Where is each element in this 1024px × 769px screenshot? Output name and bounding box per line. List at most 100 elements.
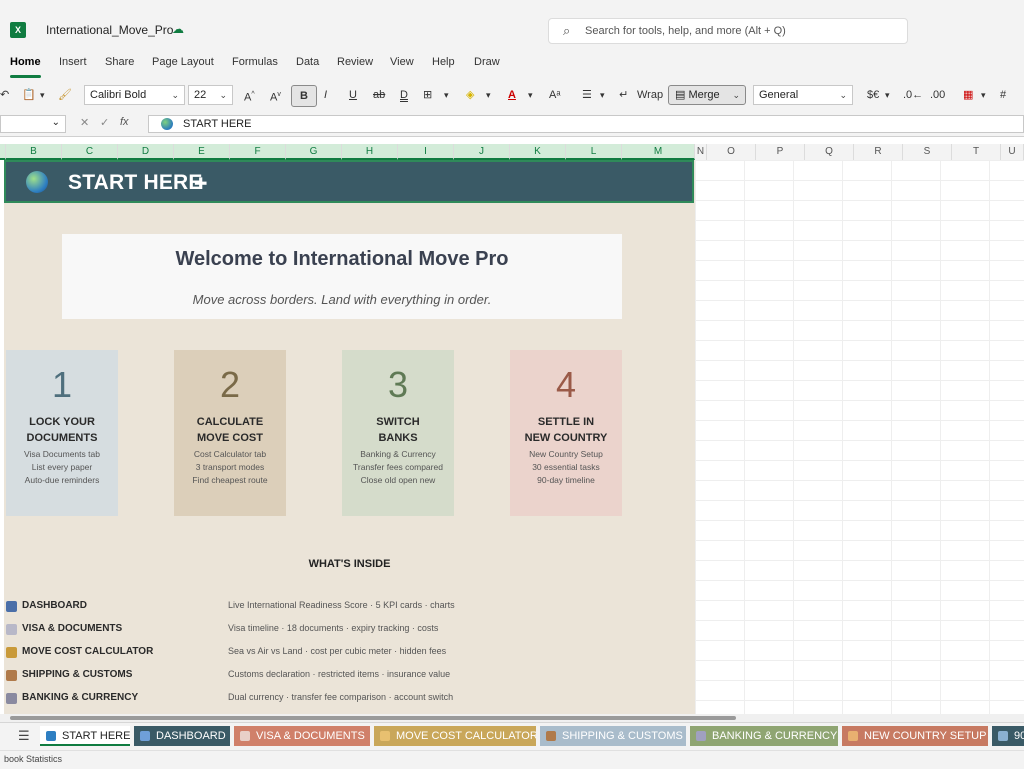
insert-function-button[interactable]: fx	[120, 116, 129, 128]
increase-font-icon[interactable]: A^	[244, 85, 255, 105]
cloud-sync-icon[interactable]: ☁	[172, 22, 184, 36]
start-here-banner[interactable]: START HERE ✚	[4, 160, 694, 203]
tab-review[interactable]: Review	[337, 56, 373, 68]
font-color-icon[interactable]: A	[508, 85, 516, 105]
tab-share[interactable]: Share	[105, 56, 134, 68]
tab-help[interactable]: Help	[432, 56, 455, 68]
paste-dropdown-icon[interactable]: ▾	[40, 85, 45, 105]
column-header-n[interactable]: N	[695, 144, 707, 160]
column-header-h[interactable]: H	[342, 144, 398, 160]
tab-data[interactable]: Data	[296, 56, 319, 68]
file-name[interactable]: International_Move_Pro	[46, 23, 173, 37]
column-header-e[interactable]: E	[174, 144, 230, 160]
sheet-tab-new-country-setup[interactable]: NEW COUNTRY SETUP	[842, 726, 988, 746]
column-header-m[interactable]: M	[622, 144, 695, 160]
sheet-tab-visa-documents[interactable]: VISA & DOCUMENTS	[234, 726, 370, 746]
tab-formulas[interactable]: Formulas	[232, 56, 278, 68]
undo-icon[interactable]: ↶	[0, 85, 9, 105]
column-header-r[interactable]: R	[854, 144, 903, 160]
column-header-q[interactable]: Q	[805, 144, 854, 160]
increase-decimal-icon[interactable]: .00	[930, 85, 945, 105]
align-dropdown-icon[interactable]: ▾	[600, 85, 605, 105]
column-header-g[interactable]: G	[286, 144, 342, 160]
bold-button[interactable]: B	[291, 85, 317, 107]
table-format-icon[interactable]: #	[1000, 85, 1006, 105]
text-effects-icon[interactable]: Aᵃ	[549, 85, 560, 105]
formula-input[interactable]: START HERE	[148, 115, 1024, 133]
worksheet-grid[interactable]: START HERE ✚ Welcome to International Mo…	[0, 160, 1024, 714]
column-header-d[interactable]: D	[118, 144, 174, 160]
feature-row-visa[interactable]: VISA & DOCUMENTS Visa timeline · 18 docu…	[0, 623, 691, 641]
step-line: New Country Setup	[529, 449, 603, 459]
confirm-entry-icon[interactable]: ✓	[100, 116, 109, 129]
tab-page-layout[interactable]: Page Layout	[152, 56, 214, 68]
column-header-j[interactable]: J	[454, 144, 510, 160]
sheet-tab-start-here[interactable]: START HERE	[40, 726, 130, 746]
tab-draw[interactable]: Draw	[474, 56, 500, 68]
horizontal-scrollbar[interactable]	[0, 714, 1024, 722]
empty-cells[interactable]	[695, 160, 1024, 714]
decrease-font-icon[interactable]: Av	[270, 85, 281, 105]
column-header-k[interactable]: K	[510, 144, 566, 160]
column-header-i[interactable]: I	[398, 144, 454, 160]
tab-insert[interactable]: Insert	[59, 56, 87, 68]
sheet-tab-banking-currency[interactable]: BANKING & CURRENCY	[690, 726, 838, 746]
paste-icon[interactable]: 📋	[22, 85, 36, 105]
bank-icon	[6, 693, 17, 704]
underline-button[interactable]: U	[349, 85, 357, 105]
sheet-tab-dashboard[interactable]: DASHBOARD	[134, 726, 230, 746]
align-icon[interactable]: ☰	[582, 85, 592, 105]
tab-view[interactable]: View	[390, 56, 414, 68]
workbook-statistics[interactable]: book Statistics	[4, 754, 62, 764]
fill-color-dropdown-icon[interactable]: ▾	[486, 85, 491, 105]
format-painter-icon[interactable]: 🖌	[58, 85, 72, 105]
globe-icon	[46, 731, 56, 741]
borders-icon[interactable]: ⊞	[423, 85, 432, 105]
decrease-decimal-icon[interactable]: .0←	[903, 85, 923, 105]
column-header-c[interactable]: C	[62, 144, 118, 160]
column-header-t[interactable]: T	[952, 144, 1001, 160]
search-box[interactable]: ⌕ Search for tools, help, and more (Alt …	[548, 18, 908, 44]
feature-row-dashboard[interactable]: DASHBOARD Live International Readiness S…	[0, 600, 691, 618]
all-sheets-menu-icon[interactable]: ☰	[18, 728, 30, 744]
name-box[interactable]: ⌄	[0, 115, 66, 133]
fill-color-icon[interactable]: ◈	[466, 85, 474, 105]
globe-icon	[161, 118, 173, 130]
feature-row-shipping[interactable]: SHIPPING & CUSTOMS Customs declaration ·…	[0, 669, 691, 687]
merge-button[interactable]: ▤ Merge ⌄	[668, 85, 746, 105]
column-header-f[interactable]: F	[230, 144, 286, 160]
font-size-select[interactable]: 22 ⌄	[188, 85, 233, 105]
column-header-o[interactable]: O	[707, 144, 756, 160]
feature-row-banking[interactable]: BANKING & CURRENCY Dual currency · trans…	[0, 692, 691, 710]
feature-name: SHIPPING & CUSTOMS	[22, 669, 133, 680]
column-header-u[interactable]: U	[1001, 144, 1024, 160]
tab-home[interactable]: Home	[10, 56, 41, 78]
sheet-tab-shipping-customs[interactable]: SHIPPING & CUSTOMS	[540, 726, 686, 746]
double-underline-button[interactable]: D	[400, 85, 408, 105]
strikethrough-button[interactable]: ab	[373, 85, 385, 105]
step-title-line-1: SETTLE IN	[537, 416, 595, 428]
currency-button[interactable]: $€	[867, 85, 879, 105]
italic-button[interactable]: I	[324, 85, 327, 105]
step-number: 4	[555, 364, 577, 405]
column-header-b[interactable]: B	[6, 144, 62, 160]
column-header-l[interactable]: L	[566, 144, 622, 160]
sheet-tab-move-cost-calculator[interactable]: MOVE COST CALCULATOR	[374, 726, 536, 746]
sheet-tab-90-day[interactable]: 90	[992, 726, 1024, 746]
number-format-select[interactable]: General ⌄	[753, 85, 853, 105]
currency-dropdown-icon[interactable]: ▾	[885, 85, 890, 105]
column-header-s[interactable]: S	[903, 144, 952, 160]
column-header-p[interactable]: P	[756, 144, 805, 160]
scrollbar-thumb[interactable]	[10, 716, 736, 720]
conditional-format-dropdown-icon[interactable]: ▾	[981, 85, 986, 105]
borders-dropdown-icon[interactable]: ▾	[444, 85, 449, 105]
banner-title: START HERE	[68, 171, 203, 194]
step-line: Transfer fees compared	[353, 462, 443, 472]
ribbon-toolbar: ↶ 📋 ▾ 🖌 Calibri Bold ⌄ 22 ⌄ A^ Av B I U ab…	[0, 78, 1024, 113]
font-name-select[interactable]: Calibri Bold ⌄	[84, 85, 185, 105]
font-color-dropdown-icon[interactable]: ▾	[528, 85, 533, 105]
conditional-format-icon[interactable]: ▦	[963, 85, 973, 105]
wrap-button[interactable]: Wrap	[637, 85, 663, 105]
cancel-entry-icon[interactable]: ✕	[80, 116, 89, 129]
feature-row-move-cost[interactable]: MOVE COST CALCULATOR Sea vs Air vs Land …	[0, 646, 691, 664]
